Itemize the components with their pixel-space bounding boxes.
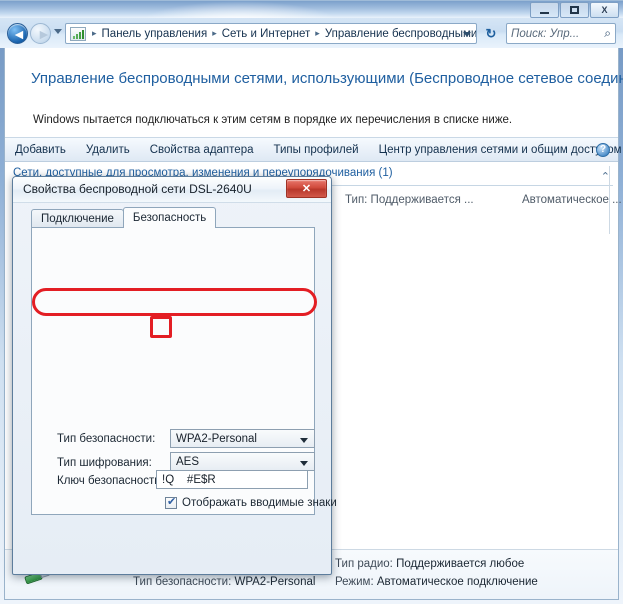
detail-connection-mode-label: Режим:	[335, 576, 374, 588]
show-characters-label: Отображать вводимые знаки	[182, 497, 337, 509]
chevron-down-icon	[300, 461, 308, 466]
network-signal-icon	[70, 26, 86, 41]
breadcrumb-item-manage-wireless[interactable]: Управление беспроводными сетями	[323, 28, 476, 40]
network-row-type: Тип: Поддерживается ...	[345, 194, 474, 206]
dialog-title: Свойства беспроводной сети DSL-2640U	[23, 182, 252, 196]
detail-security-type-value: WPA2-Personal	[234, 576, 316, 588]
navigation-bar: ◄ ► ▸ Панель управления ▸ Сеть и Интерне…	[0, 18, 623, 48]
command-add[interactable]: Добавить	[5, 144, 76, 156]
command-bar: Добавить Удалить Свойства адаптера Типы …	[5, 137, 622, 162]
titlebar-glow	[140, 1, 340, 19]
page-description: Windows пытается подключаться к этим сет…	[33, 114, 513, 126]
address-chevron-down-icon[interactable]	[463, 32, 471, 37]
detail-radio-type: Тип радио: Поддерживается любое	[335, 558, 524, 570]
maximize-button[interactable]	[560, 2, 589, 18]
checkmark-icon: ✔	[167, 496, 177, 508]
dialog-close-button[interactable]: ✕	[286, 179, 327, 198]
help-icon[interactable]: ?	[596, 143, 610, 157]
show-characters-checkbox[interactable]: ✔	[165, 496, 177, 509]
encryption-type-value: AES	[176, 455, 200, 468]
address-bar[interactable]: ▸ Панель управления ▸ Сеть и Интернет ▸ …	[65, 23, 477, 44]
security-type-label: Тип безопасности:	[57, 433, 156, 445]
network-security-key-input[interactable]: !Q #E$R	[156, 470, 308, 489]
search-input[interactable]: Поиск: Упр... ⌕	[506, 23, 616, 44]
minimize-button[interactable]	[530, 2, 559, 18]
command-remove[interactable]: Удалить	[76, 144, 140, 156]
breadcrumb-item-network-internet[interactable]: Сеть и Интернет	[220, 28, 313, 40]
detail-connection-mode-value: Автоматическое подключение	[376, 576, 538, 588]
explorer-window: X ◄ ► ▸ Панель управления ▸ Сеть и Интер…	[0, 0, 623, 604]
dialog-tab-strip: Подключение Безопасность	[31, 207, 217, 228]
encryption-type-label: Тип шифрования:	[57, 457, 152, 469]
command-adapter-properties[interactable]: Свойства адаптера	[140, 144, 264, 156]
page-title: Управление беспроводными сетями, использ…	[31, 70, 623, 87]
back-button[interactable]: ◄	[7, 23, 28, 44]
back-arrow-icon: ◄	[12, 26, 26, 42]
detail-connection-mode: Режим: Автоматическое подключение	[335, 576, 538, 588]
security-type-combobox[interactable]: WPA2-Personal	[170, 429, 315, 448]
dialog-titlebar: Свойства беспроводной сети DSL-2640U ✕	[13, 177, 331, 203]
breadcrumb-separator-1: ▸	[212, 28, 217, 38]
show-characters-row: ✔ Отображать вводимые знаки	[165, 496, 337, 509]
tab-security[interactable]: Безопасность	[122, 207, 217, 228]
forward-arrow-icon: ►	[37, 26, 51, 42]
encryption-type-combobox[interactable]: AES	[170, 452, 315, 471]
breadcrumb-separator-2: ▸	[315, 28, 320, 38]
window-titlebar: X	[0, 0, 623, 19]
tab-connection[interactable]: Подключение	[31, 209, 124, 228]
security-type-value: WPA2-Personal	[176, 432, 257, 445]
detail-radio-type-value: Поддерживается любое	[396, 558, 525, 570]
detail-security-type-label: Тип безопасности:	[133, 576, 232, 588]
command-network-sharing-center[interactable]: Центр управления сетями и общим доступом	[369, 144, 623, 156]
search-placeholder: Поиск: Упр...	[511, 27, 580, 40]
forward-button[interactable]: ►	[30, 23, 51, 44]
search-icon: ⌕	[604, 26, 611, 40]
refresh-icon[interactable]: ↻	[481, 23, 501, 44]
window-controls: X	[530, 2, 619, 18]
network-row-mode: Автоматическое ...	[522, 194, 622, 206]
wireless-network-properties-dialog: Свойства беспроводной сети DSL-2640U ✕ П…	[12, 176, 337, 575]
detail-radio-type-label: Тип радио:	[335, 558, 393, 570]
chevron-down-icon	[300, 438, 308, 443]
breadcrumb-item-control-panel[interactable]: Панель управления	[100, 28, 210, 40]
command-profile-types[interactable]: Типы профилей	[263, 144, 368, 156]
breadcrumb-separator-0: ▸	[92, 28, 97, 38]
panel-divider	[609, 166, 610, 234]
detail-security-type: Тип безопасности: WPA2-Personal	[133, 576, 315, 588]
close-button[interactable]: X	[590, 2, 619, 18]
recent-pages-chevron-down-icon[interactable]	[54, 29, 62, 34]
